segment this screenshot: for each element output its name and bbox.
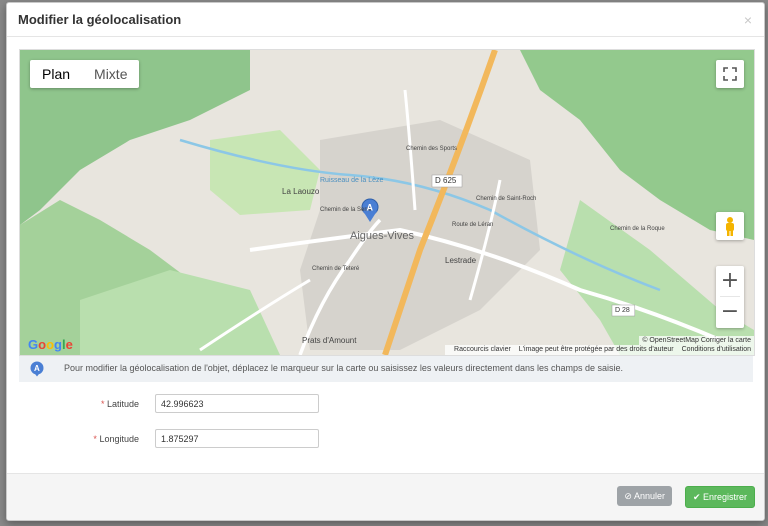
street-label: Chemin de Saint-Roch	[476, 196, 536, 202]
cancel-button[interactable]: ⊘ Annuler	[617, 486, 672, 506]
street-view-button[interactable]	[716, 212, 744, 240]
cancel-icon: ⊘	[624, 491, 634, 501]
place-label-prats: Prats d'Amount	[302, 336, 357, 345]
info-banner: A Pour modifier la géolocalisation de l'…	[19, 356, 753, 382]
map-type-plan[interactable]: Plan	[30, 60, 82, 88]
longitude-label: * Longitude	[19, 434, 139, 444]
google-logo: Google	[28, 337, 73, 352]
longitude-label-text: Longitude	[99, 434, 139, 444]
zoom-in-button[interactable]: +	[716, 266, 744, 296]
marker-letter: A	[367, 203, 374, 213]
street-label: Chemin de Teteré	[312, 266, 360, 272]
required-mark: *	[100, 399, 105, 409]
dialog-footer: ⊘ Annuler ✔ Enregistrer	[7, 473, 764, 520]
longitude-input[interactable]	[155, 429, 319, 448]
check-icon: ✔	[692, 492, 703, 502]
map-attribution-osm: © OpenStreetMap Corriger la carte	[639, 336, 754, 345]
stream-label: Ruisseau de la Lèze	[320, 177, 384, 184]
latitude-input[interactable]	[155, 394, 319, 413]
terms-link[interactable]: Conditions d'utilisation	[682, 346, 751, 353]
fix-map-link[interactable]: Corriger la carte	[701, 337, 751, 344]
road-label-d28: D 28	[615, 307, 630, 314]
map-type-switch: Plan Mixte	[30, 60, 140, 88]
required-mark: *	[93, 434, 97, 444]
dialog-header: Modifier la géolocalisation ×	[7, 3, 764, 37]
place-label-laouzo: La Laouzo	[282, 187, 320, 196]
marker-icon-letter: A	[34, 364, 40, 373]
village-label: Aigues-Vives	[350, 230, 414, 242]
map-type-mixte[interactable]: Mixte	[82, 60, 139, 88]
zoom-out-button[interactable]: −	[716, 297, 744, 327]
street-label: Chemin des Sports	[406, 146, 457, 152]
dialog-title: Modifier la géolocalisation	[18, 12, 182, 27]
zoom-control: + −	[716, 266, 744, 328]
osm-attribution: © OpenStreetMap	[642, 337, 699, 344]
street-label: Chemin de la Serre	[320, 207, 372, 213]
save-label: Enregistrer	[702, 492, 747, 502]
map-attribution: Raccourcis clavier L'image peut être pro…	[445, 345, 754, 355]
geolocation-dialog: Modifier la géolocalisation × D 625 D 28…	[6, 2, 765, 521]
copyright-text: L'image peut être protégée par des droit…	[518, 346, 674, 353]
map-canvas: D 625 D 28 Aigues-Vives La Laouzo Lestrade Pr…	[20, 50, 754, 355]
fullscreen-icon	[723, 67, 737, 81]
info-text: Pour modifier la géolocalisation de l'ob…	[64, 363, 624, 373]
map-view[interactable]: D 625 D 28 Aigues-Vives La Laouzo Lestrade Pr…	[19, 49, 755, 356]
place-label-lestrade: Lestrade	[445, 256, 477, 265]
latitude-label-text: Latitude	[106, 399, 139, 409]
latitude-label: * Latitude	[19, 399, 139, 409]
street-label: Chemin de la Roque	[610, 226, 665, 232]
fullscreen-button[interactable]	[716, 60, 744, 88]
close-button[interactable]: ×	[744, 12, 752, 28]
street-label: Route de Léran	[452, 222, 493, 228]
keyboard-shortcuts-link[interactable]: Raccourcis clavier	[454, 346, 511, 353]
save-button[interactable]: ✔ Enregistrer	[684, 486, 755, 508]
road-label-d625: D 625	[435, 176, 457, 185]
marker-icon: A	[30, 361, 44, 377]
cancel-label: Annuler	[633, 491, 665, 501]
pegman-icon	[726, 217, 734, 236]
